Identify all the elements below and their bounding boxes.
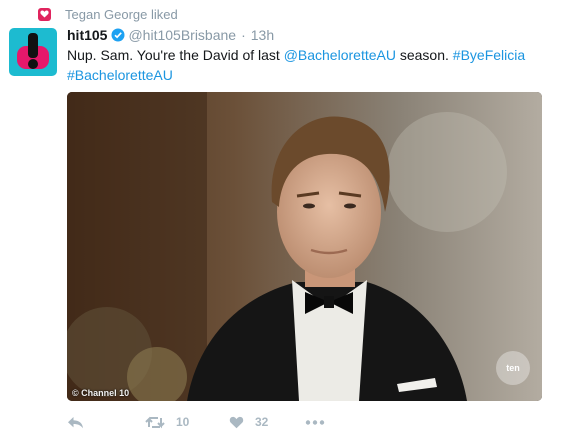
more-button[interactable] (305, 419, 325, 425)
tweet-actions: 10 32 (67, 412, 325, 432)
separator-dot: · (241, 27, 246, 43)
mention-link[interactable]: @BacheloretteAU (284, 47, 396, 63)
reply-button[interactable] (67, 416, 145, 429)
more-dots-icon (305, 419, 325, 425)
like-count: 32 (255, 415, 269, 429)
social-context: Tegan George liked (38, 6, 178, 22)
tweet-photo[interactable]: © Channel 10 ten (67, 92, 542, 401)
avatar[interactable] (9, 28, 57, 76)
liked-by-text[interactable]: Tegan George liked (65, 7, 178, 22)
retweet-count: 10 (176, 415, 190, 429)
hashtag-link-byefelicia[interactable]: #ByeFelicia (453, 47, 525, 63)
hashtag-link-bacheloretteau[interactable]: #BacheloretteAU (67, 67, 173, 83)
channel-logo: ten (496, 351, 530, 385)
photo-credit: © Channel 10 (72, 388, 130, 398)
reply-icon (67, 416, 84, 429)
verified-badge-icon (111, 28, 125, 42)
tweet-text: Nup. Sam. You're the David of last @Bach… (67, 45, 557, 85)
tweet-header: hit105 @hit105Brisbane · 13h (67, 27, 274, 43)
tweet-timestamp[interactable]: 13h (251, 27, 274, 43)
like-button[interactable]: 32 (229, 415, 305, 429)
tweet-text-middle: season. (395, 47, 453, 63)
author-handle[interactable]: @hit105Brisbane (128, 27, 236, 43)
retweet-button[interactable]: 10 (145, 415, 229, 429)
heart-icon (229, 416, 244, 429)
heart-icon (38, 7, 51, 21)
author-name[interactable]: hit105 (67, 27, 107, 43)
tweet-text-prefix: Nup. Sam. You're the David of last (67, 47, 284, 63)
retweet-icon (145, 416, 165, 429)
